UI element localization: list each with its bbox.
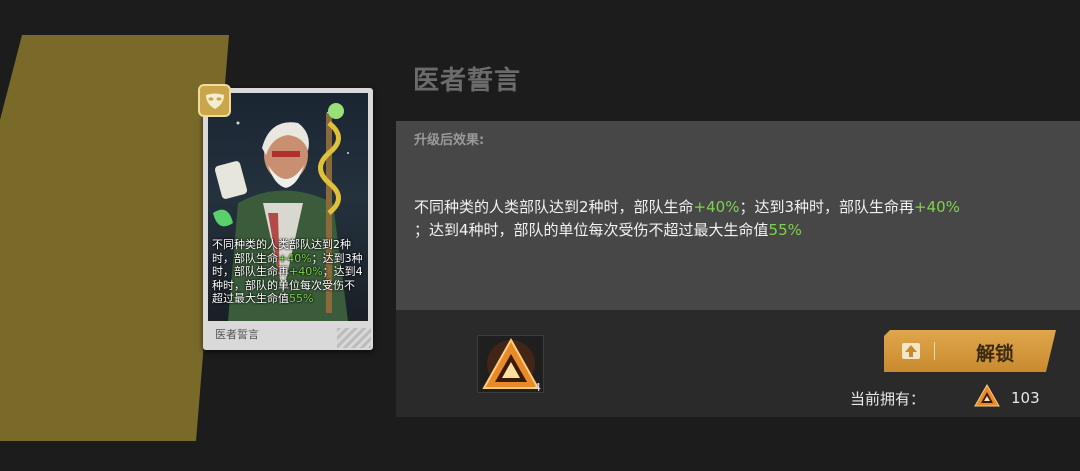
unlock-button[interactable]: 解锁 xyxy=(884,330,1056,372)
button-divider xyxy=(934,342,935,360)
unlock-button-label: 解锁 xyxy=(976,343,1015,365)
upgrade-effect-panel: 升级后效果: 不同种类的人类部队达到2种时，部队生命+40%；达到3种时，部队生… xyxy=(396,121,1080,310)
upgrade-effect-header: 升级后效果: xyxy=(414,133,485,148)
owned-count: 103 xyxy=(1011,389,1040,407)
skill-title: 医者誓言 xyxy=(413,66,522,96)
cost-item-slot[interactable]: 4 xyxy=(477,335,544,394)
card-description: 不同种类的人类部队达到2种时，部队生命+40%；达到3种时，部队生命再+40%；… xyxy=(212,238,363,305)
up-arrow-icon xyxy=(902,343,920,359)
owned-label: 当前拥有： xyxy=(850,390,926,408)
upgrade-effect-description: 不同种类的人类部队达到2种时，部队生命+40%；达到3种时，部队生命再+40%；… xyxy=(414,198,960,239)
card-stripe-decoration xyxy=(337,328,371,348)
cost-item-count: 4 xyxy=(534,381,541,394)
triangle-token-icon xyxy=(974,384,1000,407)
mask-icon xyxy=(198,84,231,117)
card-title: 医者誓言 xyxy=(215,328,259,341)
skill-card[interactable]: 不同种类的人类部队达到2种时，部队生命+40%；达到3种时，部队生命再+40%；… xyxy=(203,88,373,350)
